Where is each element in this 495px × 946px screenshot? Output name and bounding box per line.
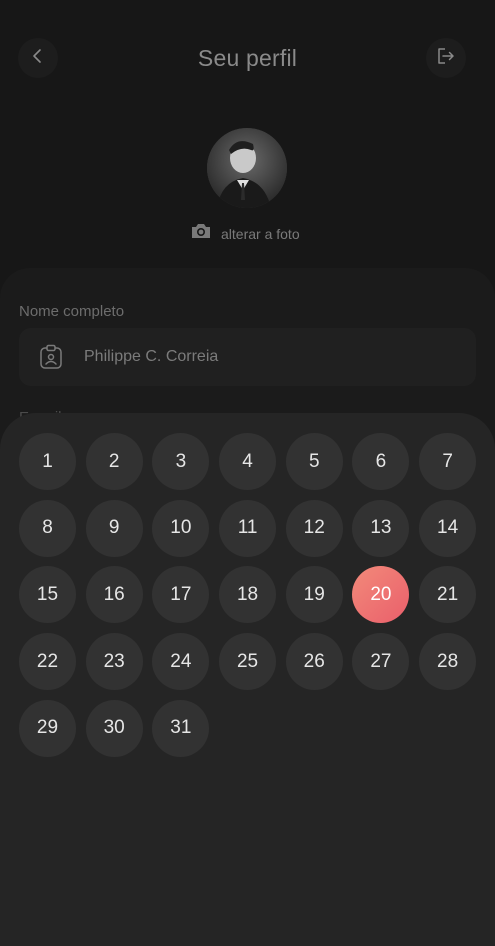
day-button[interactable]: 12 [285, 499, 343, 557]
profile-screen: Seu perfil alterar a foto Nome completo … [0, 0, 495, 946]
full-name-value: Philippe C. Correia [84, 348, 219, 365]
day-button[interactable]: 2 [85, 433, 143, 490]
day-button[interactable]: 23 [85, 633, 143, 691]
day-button-selected[interactable]: 20 [352, 566, 410, 624]
full-name-label: Nome completo [19, 303, 125, 320]
day-button[interactable]: 27 [352, 633, 410, 691]
page-title: Seu perfil [197, 45, 298, 71]
logout-icon [436, 47, 456, 70]
day-button[interactable]: 25 [219, 633, 277, 691]
logout-button[interactable] [426, 38, 466, 78]
avatar[interactable] [207, 128, 287, 208]
day-button[interactable]: 28 [419, 633, 477, 691]
day-button[interactable]: 15 [19, 566, 76, 624]
day-button[interactable]: 4 [219, 433, 277, 490]
header: Seu perfil [0, 0, 495, 120]
day-button[interactable]: 26 [285, 633, 343, 691]
day-button[interactable]: 8 [19, 499, 76, 557]
camera-icon [190, 222, 212, 245]
day-button[interactable]: 24 [152, 633, 210, 691]
day-button[interactable]: 16 [85, 566, 143, 624]
day-button[interactable]: 21 [419, 566, 477, 624]
day-button[interactable]: 3 [152, 433, 210, 490]
day-button[interactable]: 19 [285, 566, 343, 624]
id-badge-icon [39, 344, 63, 375]
day-button[interactable]: 31 [152, 699, 210, 757]
day-button[interactable]: 7 [419, 433, 477, 490]
day-button[interactable]: 18 [219, 566, 277, 624]
day-button[interactable]: 1 [19, 433, 76, 490]
day-grid: 1 2 3 4 5 6 7 8 9 10 11 12 13 14 15 16 17 18 19 20 21 22 23 24 2… [19, 433, 477, 757]
day-button[interactable]: 14 [419, 499, 477, 557]
day-button[interactable]: 17 [152, 566, 210, 624]
day-button[interactable]: 30 [85, 699, 143, 757]
day-button[interactable]: 6 [352, 433, 410, 490]
full-name-field[interactable]: Philippe C. Correia [19, 328, 476, 386]
change-photo-button[interactable]: alterar a foto [190, 222, 300, 245]
day-button[interactable]: 22 [19, 633, 76, 691]
day-button[interactable]: 9 [85, 499, 143, 557]
day-button[interactable]: 11 [219, 499, 277, 557]
day-button[interactable]: 13 [352, 499, 410, 557]
day-button[interactable]: 5 [285, 433, 343, 490]
day-button[interactable]: 10 [152, 499, 210, 557]
change-photo-label: alterar a foto [221, 225, 300, 242]
day-button[interactable]: 29 [19, 699, 76, 757]
